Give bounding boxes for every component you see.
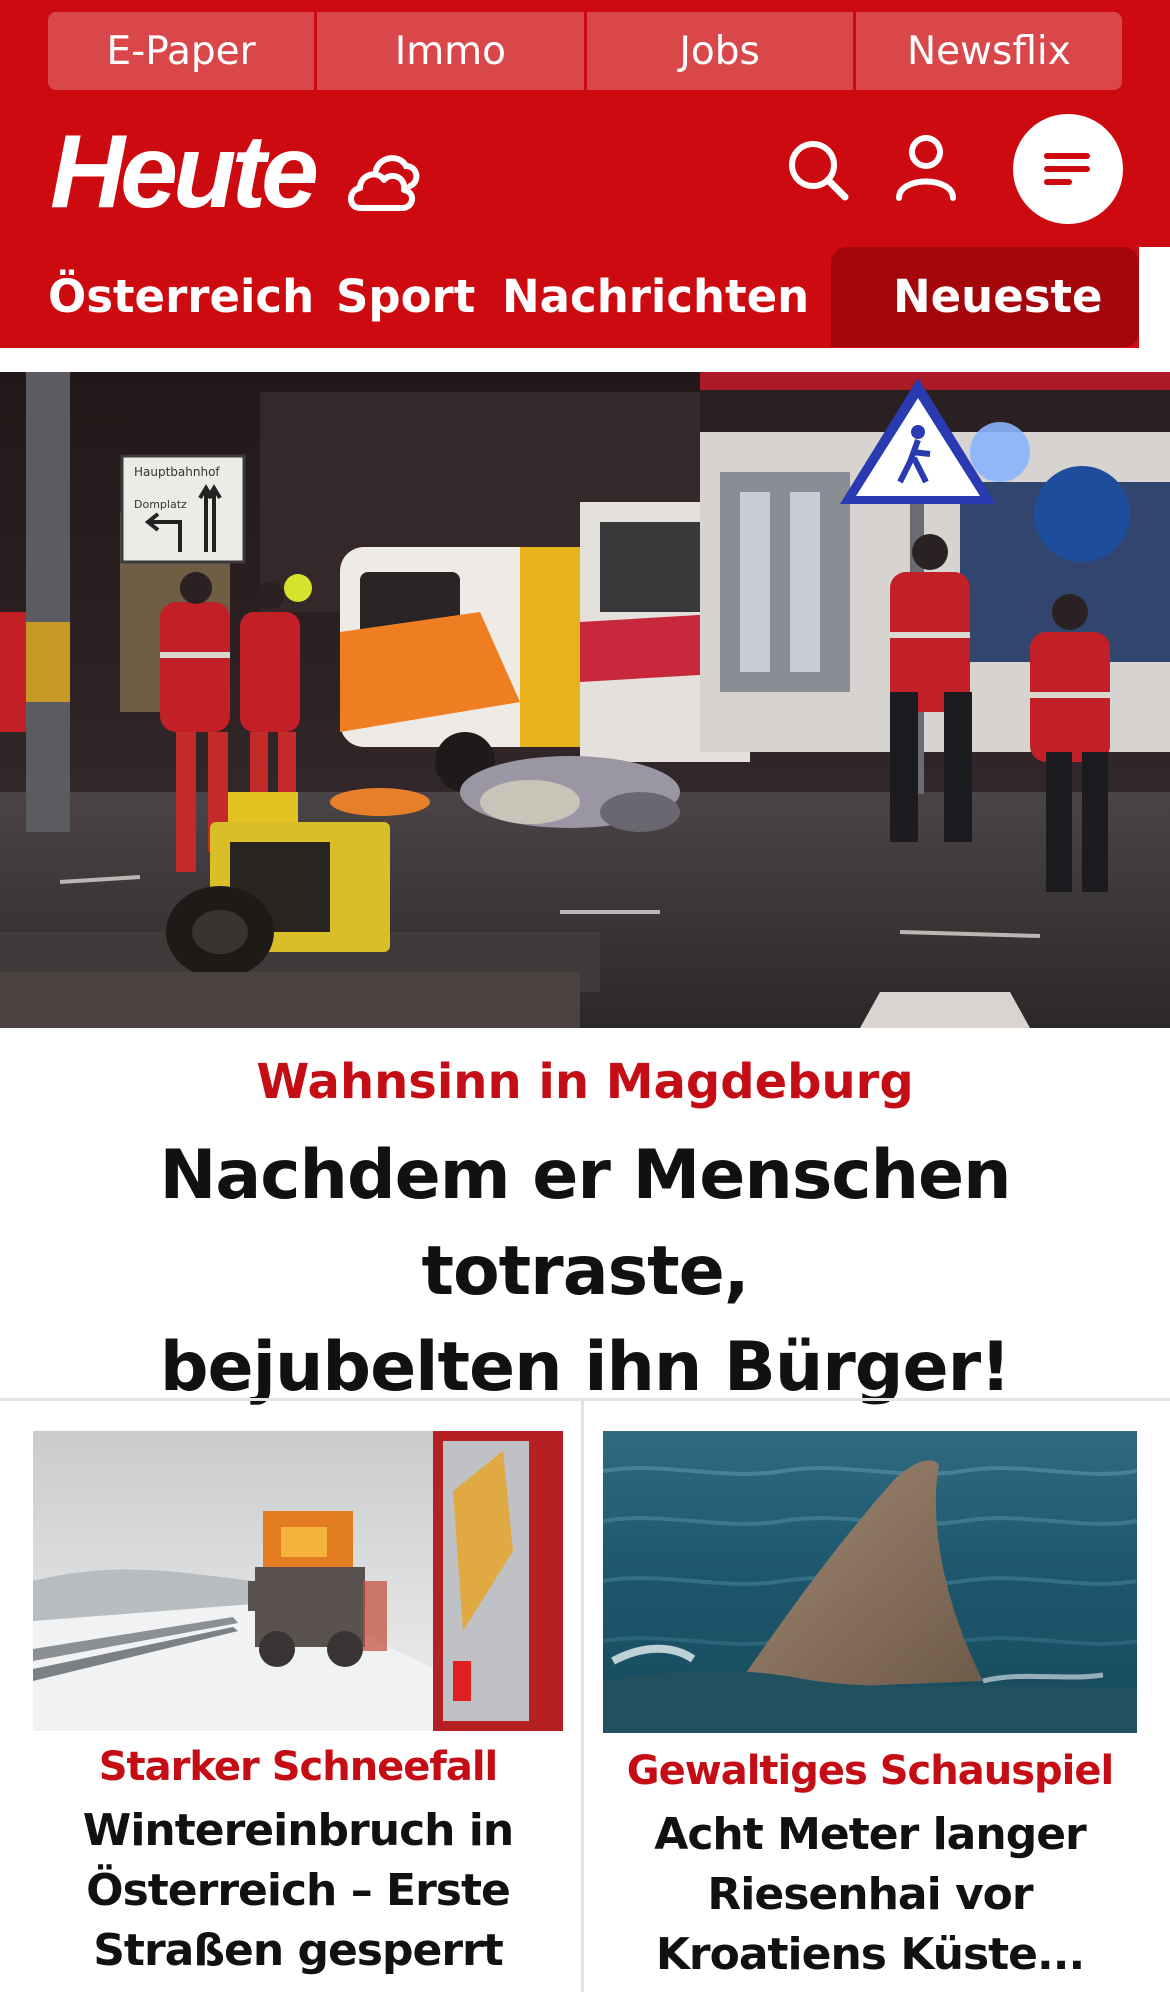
weather-cloud-icon[interactable]: [346, 148, 422, 214]
hero-headline[interactable]: Nachdem er Menschen totraste, bejubelten…: [20, 1128, 1150, 1416]
service-link-epaper[interactable]: E-Paper: [48, 12, 318, 90]
hamburger-menu-icon: [1044, 153, 1090, 185]
card-image-snow[interactable]: [33, 1431, 563, 1731]
card-headline-line: Kroatiens Küste...: [655, 1929, 1085, 1980]
hero-headline-line: bejubelten ihn Bürger!: [159, 1328, 1011, 1407]
card-headline[interactable]: Acht Meter langer Riesenhai vor Kroatien…: [596, 1805, 1144, 1985]
nav-tab-active[interactable]: Neueste: [831, 247, 1139, 347]
service-bar: E-Paper Immo Jobs Newsflix: [48, 12, 1122, 90]
search-icon[interactable]: [786, 138, 850, 202]
hero-headline-line: Nachdem er Menschen totraste,: [159, 1136, 1011, 1311]
sign-text-hauptbahnhof: Hauptbahnhof: [134, 465, 220, 479]
service-link-newsflix[interactable]: Newsflix: [855, 12, 1122, 90]
card-headline-line: Straßen gesperrt: [93, 1925, 504, 1976]
card-headline-line: Österreich – Erste: [86, 1865, 511, 1916]
hero-kicker[interactable]: Wahnsinn in Magdeburg: [0, 1054, 1170, 1110]
site-header: E-Paper Immo Jobs Newsflix Heute Österre…: [0, 0, 1170, 348]
card-kicker[interactable]: Starker Schneefall: [33, 1744, 563, 1790]
account-icon[interactable]: [895, 134, 957, 202]
card-image-shark[interactable]: [603, 1431, 1137, 1733]
card-headline-line: Acht Meter langer: [654, 1809, 1086, 1860]
sign-text-domplatz: Domplatz: [134, 498, 187, 511]
nav-item-sport[interactable]: Sport: [336, 271, 475, 323]
site-logo[interactable]: Heute: [50, 120, 319, 224]
snow-plow-photo: [33, 1431, 563, 1731]
menu-button[interactable]: [1013, 114, 1123, 224]
card-headline[interactable]: Wintereinbruch in Österreich – Erste Str…: [20, 1801, 576, 1981]
card-kicker[interactable]: Gewaltiges Schauspiel: [603, 1748, 1137, 1794]
section-nav: Österreich Sport Nachrichten Neueste: [0, 247, 1170, 347]
hero-photo: Hauptbahnhof Domplatz: [0, 372, 1170, 1028]
nav-item-oesterreich[interactable]: Österreich: [48, 271, 314, 323]
service-link-immo[interactable]: Immo: [317, 12, 587, 90]
column-divider: [581, 1401, 584, 1992]
hero-image[interactable]: Hauptbahnhof Domplatz: [0, 372, 1170, 1028]
card-headline-line: Wintereinbruch in: [82, 1805, 514, 1856]
service-link-jobs[interactable]: Jobs: [586, 12, 856, 90]
card-headline-line: Riesenhai vor: [707, 1869, 1033, 1920]
nav-item-neueste[interactable]: Neueste: [893, 271, 1103, 323]
nav-scroll-edge: [1139, 247, 1170, 348]
nav-item-nachrichten[interactable]: Nachrichten: [502, 271, 809, 323]
section-divider: [0, 1398, 1170, 1401]
shark-fin-photo: [603, 1431, 1137, 1733]
